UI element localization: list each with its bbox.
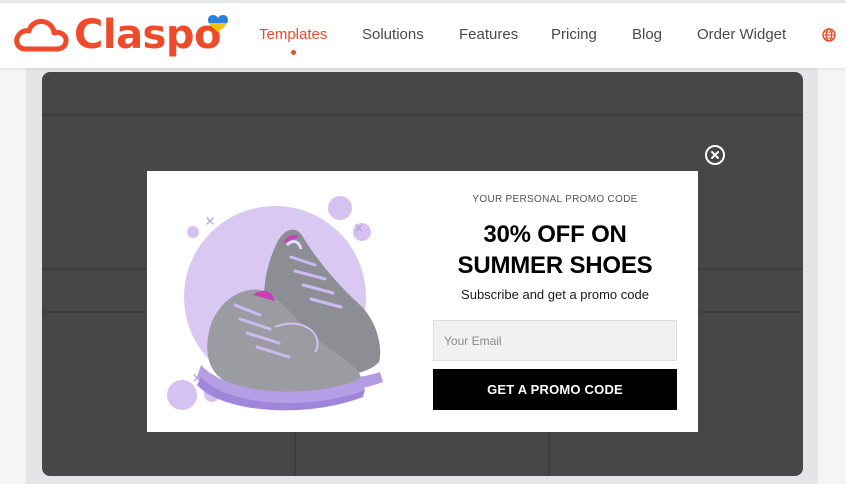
- globe-icon[interactable]: [822, 28, 836, 42]
- promo-popup: Your personal promo code 30% OFF ON SUMM…: [147, 171, 698, 432]
- backdrop-divider: [548, 432, 550, 476]
- nav-item-features[interactable]: Features: [459, 26, 518, 43]
- promo-subtext: Subscribe and get a promo code: [461, 287, 649, 302]
- brand-name: Claspo: [74, 12, 221, 58]
- nav-item-solutions[interactable]: Solutions: [362, 26, 424, 43]
- cloud-icon: [14, 18, 69, 52]
- purple-sneakers-image: [167, 196, 383, 411]
- promo-headline: 30% OFF ON SUMMER SHOES: [432, 219, 678, 281]
- nav-item-order-widget[interactable]: Order Widget: [697, 26, 786, 43]
- headline-line-1: 30% OFF ON: [483, 221, 627, 248]
- close-icon: [711, 151, 719, 159]
- nav-item-pricing[interactable]: Pricing: [551, 26, 597, 43]
- claspo-logo[interactable]: Claspo: [12, 12, 228, 58]
- site-header: Claspo Templates Solutions Features Pric…: [0, 3, 846, 68]
- backdrop-divider: [294, 432, 296, 476]
- promo-eyebrow: Your personal promo code: [472, 194, 638, 205]
- nav-item-templates[interactable]: Templates: [259, 26, 327, 43]
- email-field[interactable]: [433, 320, 677, 361]
- ukraine-heart-icon: [208, 15, 228, 32]
- active-indicator: [291, 50, 296, 55]
- get-promo-code-button[interactable]: Get a promo code: [433, 369, 677, 410]
- headline-line-2: SUMMER SHOES: [457, 252, 653, 279]
- backdrop-divider: [42, 114, 803, 116]
- close-popup-button[interactable]: [705, 145, 725, 165]
- nav-item-blog[interactable]: Blog: [632, 26, 662, 43]
